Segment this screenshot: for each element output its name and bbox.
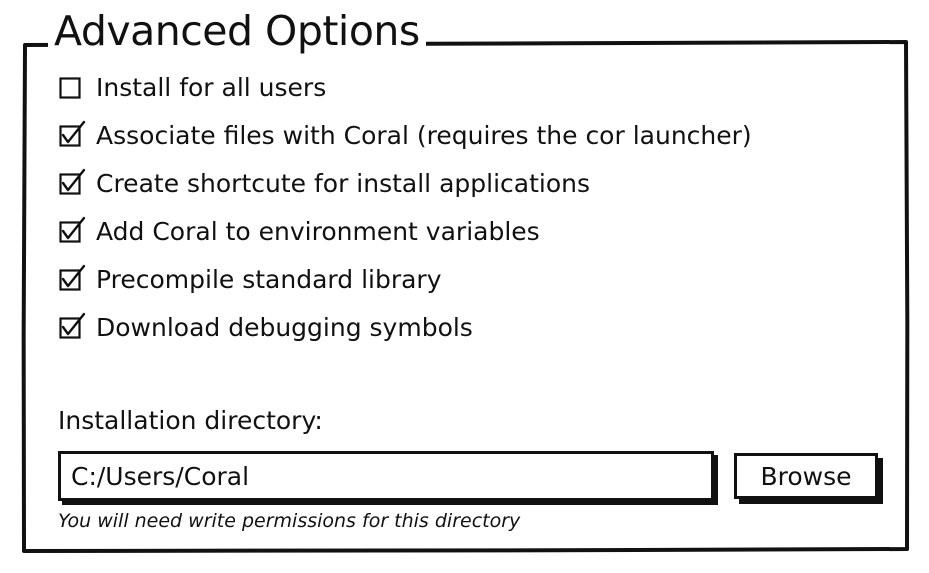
option-precompile-stdlib[interactable]: Precompile standard library bbox=[58, 264, 442, 295]
option-associate-files[interactable]: Associate files with Coral (requires the… bbox=[58, 120, 752, 151]
checkbox-checked-icon[interactable] bbox=[58, 264, 86, 292]
panel-title: Advanced Options bbox=[48, 8, 426, 54]
option-label: Precompile standard library bbox=[96, 265, 442, 294]
checkbox-checked-icon[interactable] bbox=[58, 312, 86, 340]
checkbox-checked-icon[interactable] bbox=[58, 168, 86, 196]
directory-hint: You will need write permissions for this… bbox=[58, 510, 521, 532]
browse-button[interactable]: Browse bbox=[734, 453, 878, 499]
installation-directory-label: Installation directory: bbox=[58, 406, 323, 435]
checkbox-checked-icon[interactable] bbox=[58, 216, 86, 244]
option-label: Associate files with Coral (requires the… bbox=[96, 121, 752, 150]
option-debug-symbols[interactable]: Download debugging symbols bbox=[58, 312, 473, 343]
option-label: Install for all users bbox=[96, 73, 327, 102]
option-add-env-vars[interactable]: Add Coral to environment variables bbox=[58, 216, 540, 247]
checkbox-checked-icon[interactable] bbox=[58, 120, 86, 148]
option-label: Download debugging symbols bbox=[96, 313, 473, 342]
checkbox-empty-icon[interactable] bbox=[58, 76, 82, 100]
option-install-all-users[interactable]: Install for all users bbox=[58, 73, 326, 103]
option-label: Create shortcute for install application… bbox=[96, 169, 591, 198]
option-create-shortcuts[interactable]: Create shortcute for install application… bbox=[58, 168, 591, 199]
installation-directory-input[interactable] bbox=[58, 451, 714, 501]
advanced-options-panel: Advanced Options Install for all users A… bbox=[21, 8, 910, 553]
option-label: Add Coral to environment variables bbox=[96, 217, 540, 246]
